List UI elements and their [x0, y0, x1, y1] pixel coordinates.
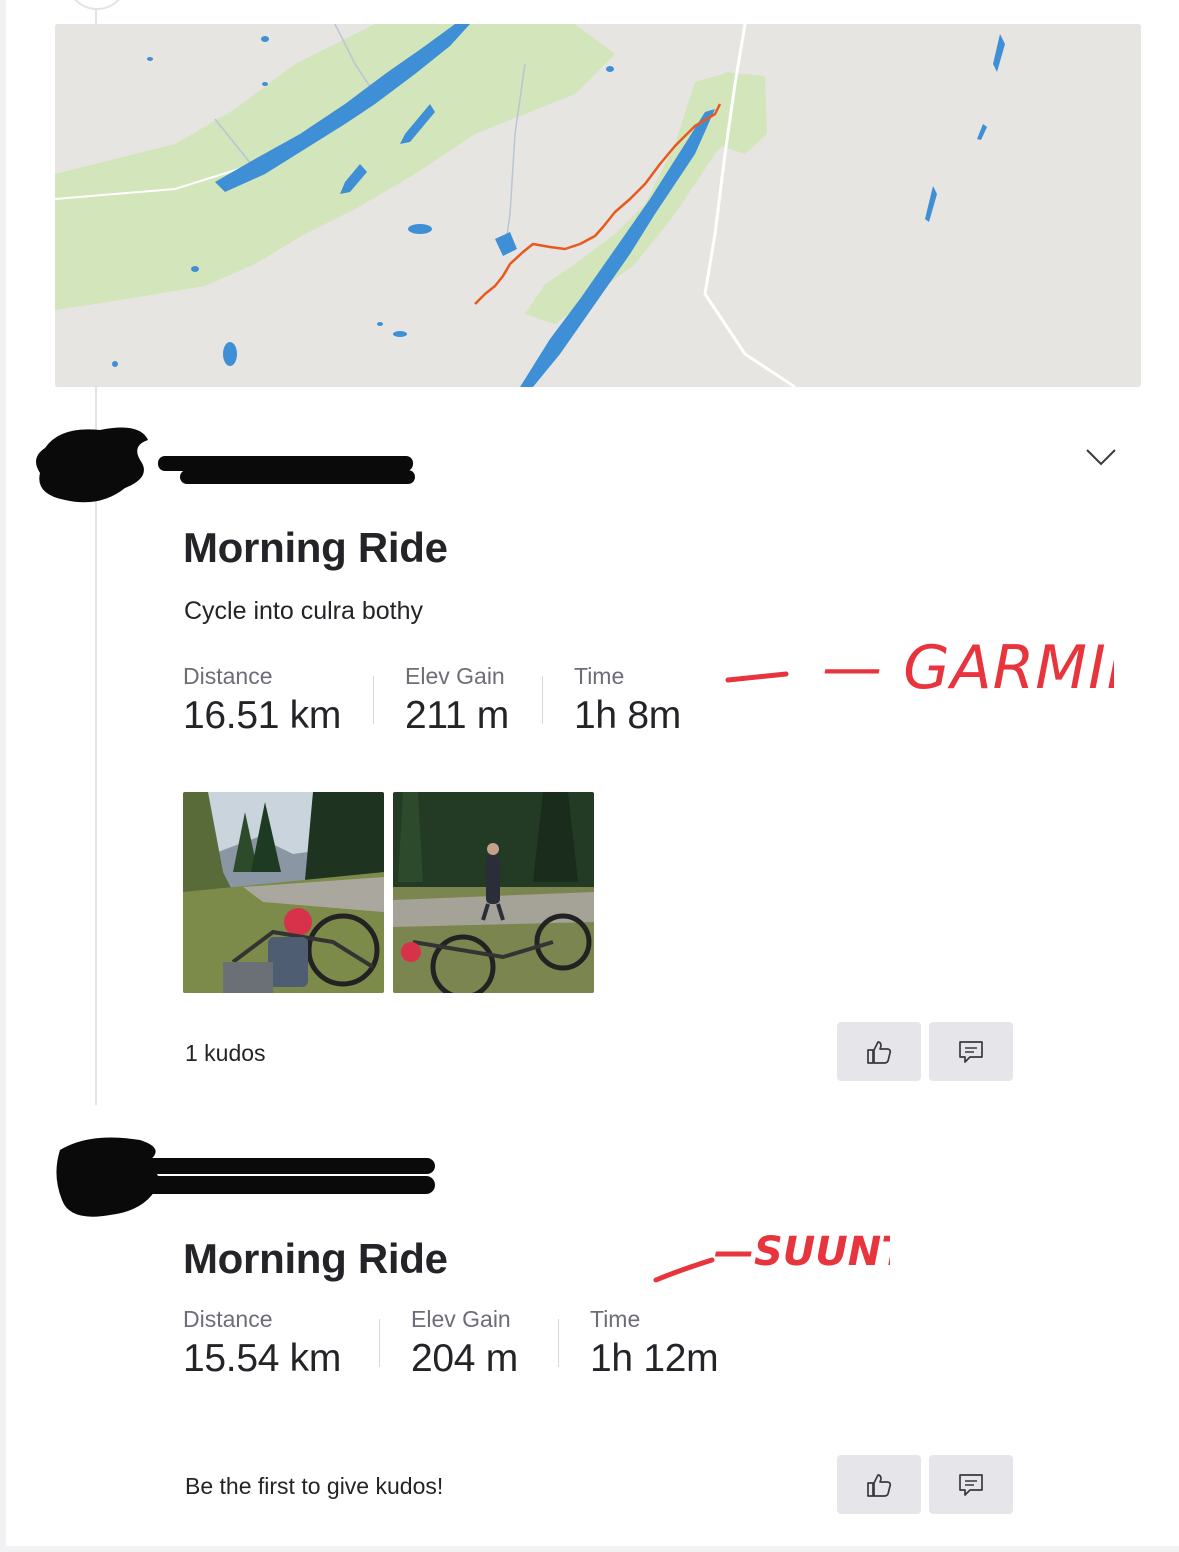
stat-label: Time [590, 1306, 641, 1332]
stat-value: 204 m [411, 1337, 518, 1380]
stat-label: Distance [183, 1306, 273, 1332]
activity-photo[interactable] [393, 792, 594, 993]
route-map[interactable] [55, 24, 1141, 387]
stat-value: 211 m [405, 694, 509, 737]
activity-title[interactable]: Morning Ride [183, 1235, 448, 1283]
stat-label: Elev Gain [411, 1306, 511, 1332]
activity-photo[interactable] [183, 792, 384, 993]
kudos-count[interactable]: 1 kudos [185, 1040, 266, 1067]
stat-divider [379, 1319, 380, 1367]
stat-divider [373, 676, 374, 724]
handwritten-annotation-suunto: —SUUNTO [653, 1229, 890, 1283]
stat-label: Time [574, 663, 625, 689]
thumbs-up-icon [867, 1040, 892, 1064]
stat-time: Time 1h 12m [590, 1306, 719, 1381]
stat-value: 1h 12m [590, 1337, 719, 1380]
stat-value: 15.54 km [183, 1337, 342, 1380]
comment-button[interactable] [929, 1455, 1013, 1514]
redacted-profile-name [36, 427, 415, 503]
kudos-prompt: Be the first to give kudos! [185, 1473, 444, 1499]
chevron-down-icon[interactable] [1084, 444, 1118, 470]
activity-title[interactable]: Morning Ride [183, 524, 448, 572]
activity-description: Cycle into culra bothy [184, 597, 424, 625]
stat-label: Distance [183, 663, 273, 689]
kudos-button[interactable] [837, 1022, 921, 1081]
stat-value: 1h 8m [574, 694, 681, 737]
comment-icon [959, 1473, 983, 1496]
stat-value: 16.51 km [183, 694, 342, 737]
annotation-text: — GARMIN. [822, 633, 1114, 698]
redacted-profile-name [56, 1137, 435, 1217]
stat-elev-gain: Elev Gain 204 m [411, 1306, 518, 1381]
stat-elev-gain: Elev Gain 211 m [405, 663, 509, 738]
stat-distance: Distance 16.51 km [183, 663, 341, 738]
handwritten-annotation-garmin: — GARMIN. [725, 633, 1114, 698]
stat-divider [542, 676, 543, 724]
comment-icon [959, 1040, 983, 1063]
comment-button[interactable] [929, 1022, 1013, 1081]
kudos-button[interactable] [837, 1455, 921, 1514]
stat-divider [558, 1319, 559, 1367]
thumbs-up-icon [867, 1473, 892, 1497]
annotation-text: —SUUNTO [714, 1229, 890, 1275]
stat-distance: Distance 15.54 km [183, 1306, 341, 1381]
stat-time: Time 1h 8m [574, 663, 681, 738]
stat-label: Elev Gain [405, 663, 505, 689]
